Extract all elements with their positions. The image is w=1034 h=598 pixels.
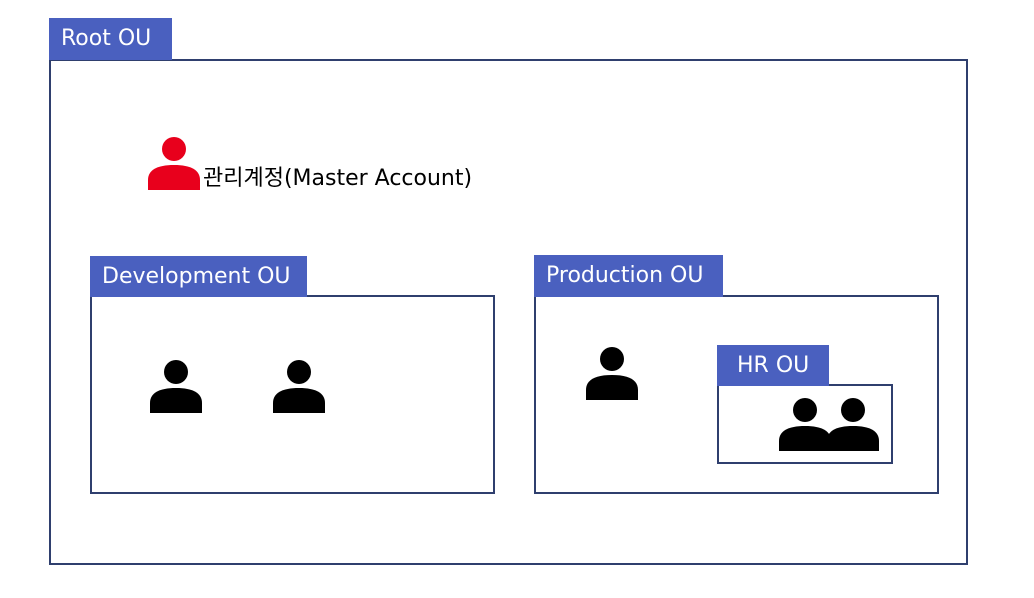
production-ou-label: Production OU — [534, 255, 723, 297]
development-ou-label: Development OU — [90, 256, 307, 297]
users-group-icon — [779, 398, 879, 451]
user-icon — [586, 347, 638, 400]
hr-ou-label: HR OU — [717, 345, 829, 386]
user-icon — [150, 360, 202, 413]
master-account-label: 관리계정(Master Account) — [203, 166, 473, 191]
root-ou-label: Root OU — [49, 18, 172, 60]
user-icon — [273, 360, 325, 413]
master-account-user-icon — [148, 137, 200, 190]
